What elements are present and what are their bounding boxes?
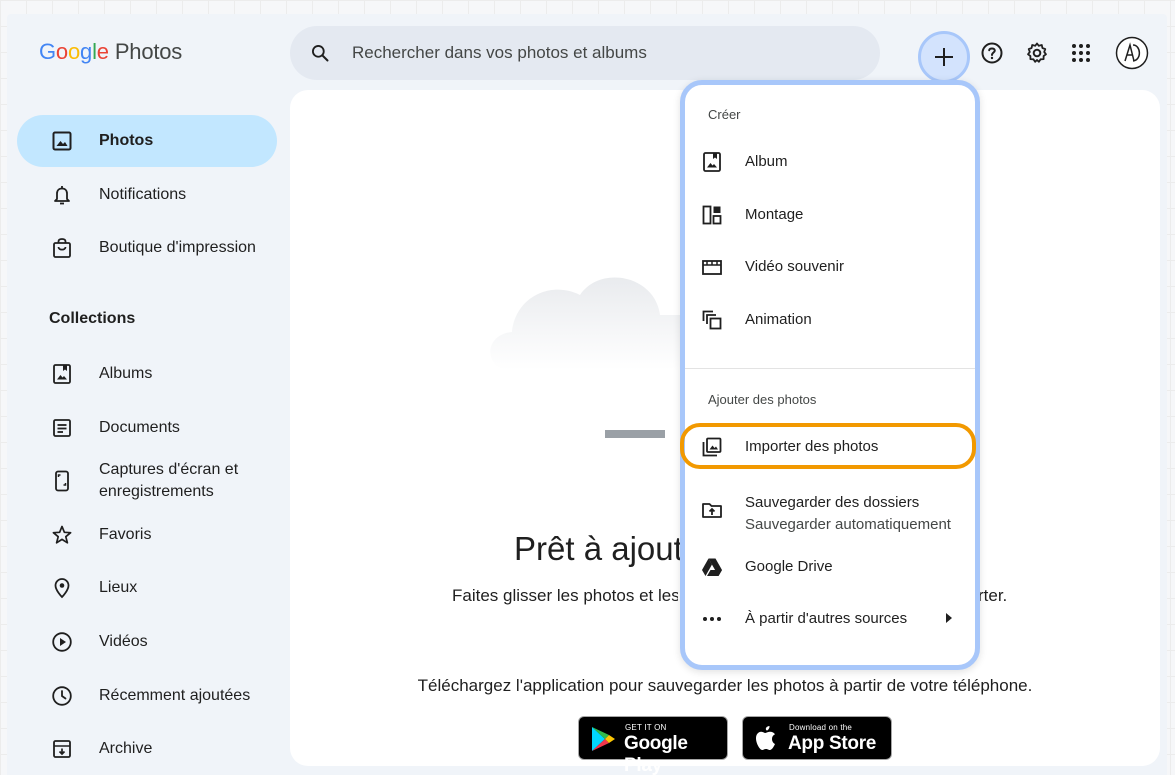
sidebar-item-label: Captures d'écran et enregistrements	[99, 461, 239, 500]
apps-button[interactable]	[1061, 33, 1101, 73]
album-icon	[703, 152, 721, 172]
bell-icon	[54, 186, 70, 205]
gear-icon	[1027, 42, 1047, 63]
google-drive-icon	[702, 558, 722, 576]
photo-icon	[52, 131, 72, 151]
menu-item-animation[interactable]: Animation	[685, 294, 975, 346]
create-menu: Créer Album Montage Vidéo souvenir Anima…	[680, 80, 980, 670]
submenu-arrow-icon	[946, 613, 952, 623]
menu-section-add-photos: Ajouter des photos	[708, 392, 817, 407]
menu-item-album[interactable]: Album	[685, 136, 975, 188]
collage-icon	[702, 205, 722, 225]
animation-icon	[702, 310, 722, 330]
sidebar-item-photos[interactable]: Photos	[17, 115, 277, 167]
menu-item-souvenir-video[interactable]: Vidéo souvenir	[685, 241, 975, 293]
sidebar-item-label: Boutique d'impression	[99, 239, 256, 256]
apple-icon	[756, 726, 775, 750]
plus-icon	[935, 48, 953, 66]
sidebar-item-albums[interactable]: Albums	[17, 348, 277, 400]
sidebar-item-archive[interactable]: Archive	[17, 723, 277, 775]
star-icon	[52, 525, 72, 544]
search-bar[interactable]: Rechercher dans vos photos et albums	[290, 26, 880, 80]
empty-state-title: Prêt à ajouter des photos ?	[514, 530, 694, 567]
empty-state-subtitle-end: rter.	[978, 586, 1008, 605]
download-app-text: Téléchargez l'application pour sauvegard…	[417, 676, 1033, 695]
sidebar-item-label: Documents	[99, 419, 180, 436]
import-highlight-outline	[680, 423, 976, 469]
create-button[interactable]	[918, 31, 970, 83]
google-photos-logo[interactable]: Google Photos	[39, 39, 182, 65]
sidebar-item-label: Vidéos	[99, 633, 148, 650]
account-avatar[interactable]	[1112, 33, 1152, 73]
sidebar-item-print-store[interactable]: Boutique d'impression	[17, 222, 277, 274]
search-icon[interactable]	[310, 43, 330, 63]
menu-item-backup-folders[interactable]: Sauvegarder des dossiers Sauvegarder aut…	[685, 481, 975, 545]
app-store-badge[interactable]: Download on the App Store	[742, 716, 892, 760]
album-icon	[53, 364, 71, 384]
search-input[interactable]: Rechercher dans vos photos et albums	[352, 43, 647, 63]
app-window: Google Photos Rechercher dans vos photos…	[7, 14, 1167, 775]
sidebar-item-label: Lieux	[99, 579, 138, 596]
settings-button[interactable]	[1017, 33, 1057, 73]
phone-screenshot-icon	[55, 470, 69, 492]
empty-state-subtitle: Faites glisser les photos et les vidéos …	[452, 586, 678, 605]
sidebar-item-favorites[interactable]: Favoris	[17, 509, 277, 561]
shopping-bag-icon	[53, 238, 71, 258]
play-circle-icon	[52, 632, 72, 652]
folder-upload-icon	[702, 503, 722, 518]
sidebar-item-notifications[interactable]: Notifications	[17, 169, 277, 221]
sidebar-item-label: Photos	[99, 132, 154, 149]
google-play-icon	[592, 727, 615, 751]
sidebar-item-label: Albums	[99, 365, 153, 382]
apps-grid-icon	[1072, 44, 1090, 62]
clock-icon	[52, 686, 72, 706]
sidebar-item-label: Récemment ajoutées	[99, 687, 251, 704]
help-button[interactable]	[972, 33, 1012, 73]
sidebar-item-videos[interactable]: Vidéos	[17, 616, 277, 668]
location-pin-icon	[54, 578, 70, 599]
sidebar-item-documents[interactable]: Documents	[17, 402, 277, 454]
avatar	[1115, 36, 1149, 70]
more-horiz-icon	[703, 617, 721, 621]
sidebar-item-places[interactable]: Lieux	[17, 562, 277, 614]
menu-divider	[685, 368, 975, 369]
help-icon	[981, 42, 1003, 64]
sidebar-item-label: Notifications	[99, 186, 187, 203]
menu-item-collage[interactable]: Montage	[685, 189, 975, 241]
logo-photos-word: Photos	[114, 39, 183, 64]
menu-section-create: Créer	[708, 107, 741, 122]
archive-icon	[53, 740, 71, 758]
document-icon	[53, 419, 71, 437]
sidebar-item-screenshots[interactable]: Captures d'écran et enregistrements	[17, 455, 277, 507]
movie-icon	[702, 260, 722, 275]
sidebar-item-label: Favoris	[99, 526, 152, 543]
google-play-badge[interactable]: GET IT ON Google Play	[578, 716, 728, 775]
menu-item-google-drive[interactable]: Google Drive	[685, 541, 975, 593]
menu-item-other-sources[interactable]: À partir d'autres sources	[685, 593, 975, 645]
collections-heading: Collections	[49, 310, 136, 327]
sidebar-item-label: Archive	[99, 740, 153, 757]
cloud-illustration	[490, 277, 700, 438]
sidebar-item-recently-added[interactable]: Récemment ajoutées	[17, 670, 277, 722]
